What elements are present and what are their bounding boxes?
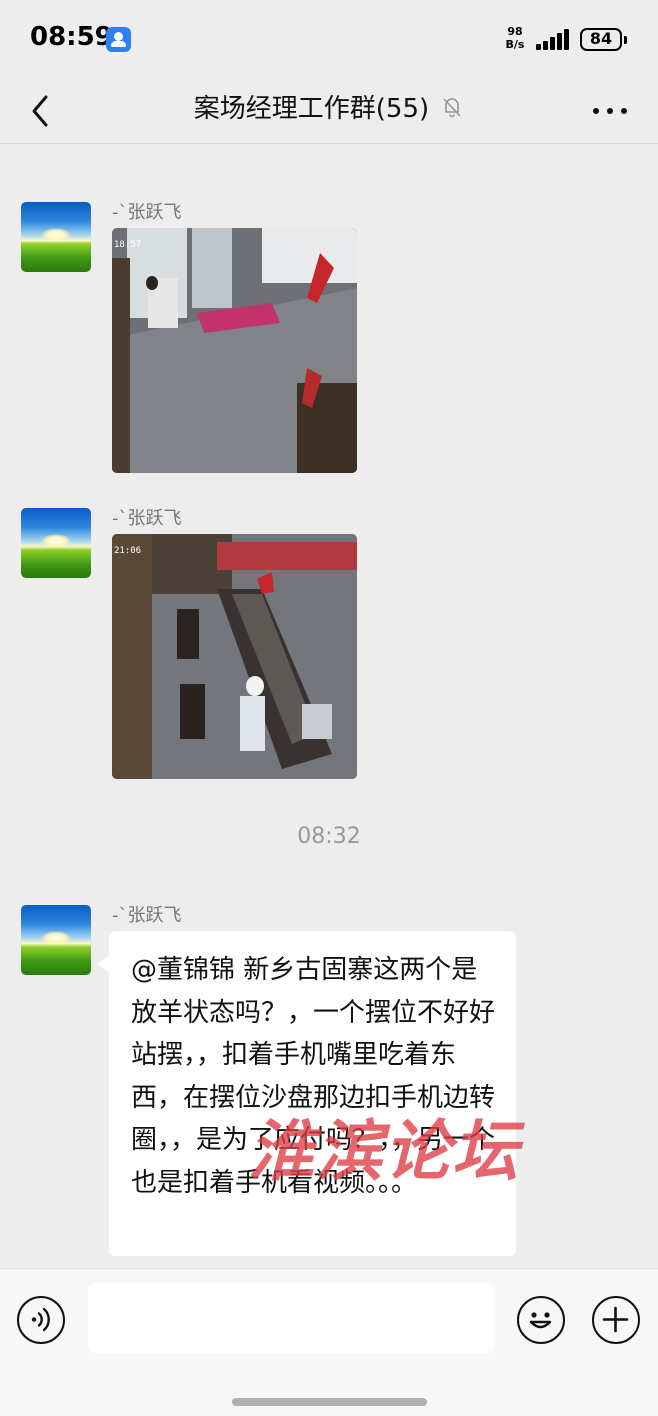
avatar[interactable] (21, 905, 91, 975)
network-speed-unit: B/s (505, 38, 525, 51)
cctv-image-reception (112, 534, 357, 779)
image-timestamp: 18:57 (114, 240, 142, 250)
bell-off-icon (443, 97, 461, 117)
chat-header: 案场经理工作群(55) (0, 78, 658, 144)
emoji-button[interactable] (517, 1296, 565, 1344)
cctv-image-lobby (112, 228, 357, 473)
more-button[interactable] (590, 96, 630, 126)
battery-icon: 84 (580, 28, 627, 51)
signal-icon (536, 28, 574, 50)
status-time: 08:59 (30, 22, 113, 52)
voice-button[interactable] (17, 1296, 65, 1344)
emoji-icon (529, 1312, 552, 1329)
status-bar: 08:59 98 B/s 84 (0, 0, 658, 78)
voice-icon (31, 1307, 50, 1332)
account-badge-icon (106, 27, 131, 52)
time-separator: 08:32 (297, 824, 361, 849)
plus-button[interactable] (592, 1296, 640, 1344)
input-bar (0, 1268, 658, 1416)
avatar[interactable] (21, 508, 91, 578)
plus-icon (602, 1306, 629, 1333)
avatar[interactable] (21, 202, 91, 272)
sender-name: -`张跃飞 (112, 508, 182, 529)
image-message[interactable]: 21:06 (112, 534, 357, 779)
text-message-bubble[interactable]: @董锦锦 新乡古固寨这两个是放羊状态吗？，一个摆位不好好站摆，，扣着手机嘴里吃着… (97, 931, 516, 1256)
image-message[interactable]: 18:57 (112, 228, 357, 473)
image-timestamp: 21:06 (114, 546, 142, 556)
chat-title: 案场经理工作群(55) (193, 94, 430, 124)
back-button[interactable] (26, 91, 66, 131)
message-input[interactable] (88, 1283, 494, 1353)
sender-name: -`张跃飞 (112, 905, 182, 926)
sender-name: -`张跃飞 (112, 202, 182, 223)
network-speed: 98 B/s (502, 25, 528, 51)
forum-watermark: 淮滨论坛 (248, 1112, 520, 1190)
home-indicator[interactable] (232, 1398, 427, 1406)
chat-title-container[interactable]: 案场经理工作群(55) (120, 88, 538, 128)
chevron-left-icon (32, 95, 48, 127)
network-speed-value: 98 (507, 25, 523, 38)
